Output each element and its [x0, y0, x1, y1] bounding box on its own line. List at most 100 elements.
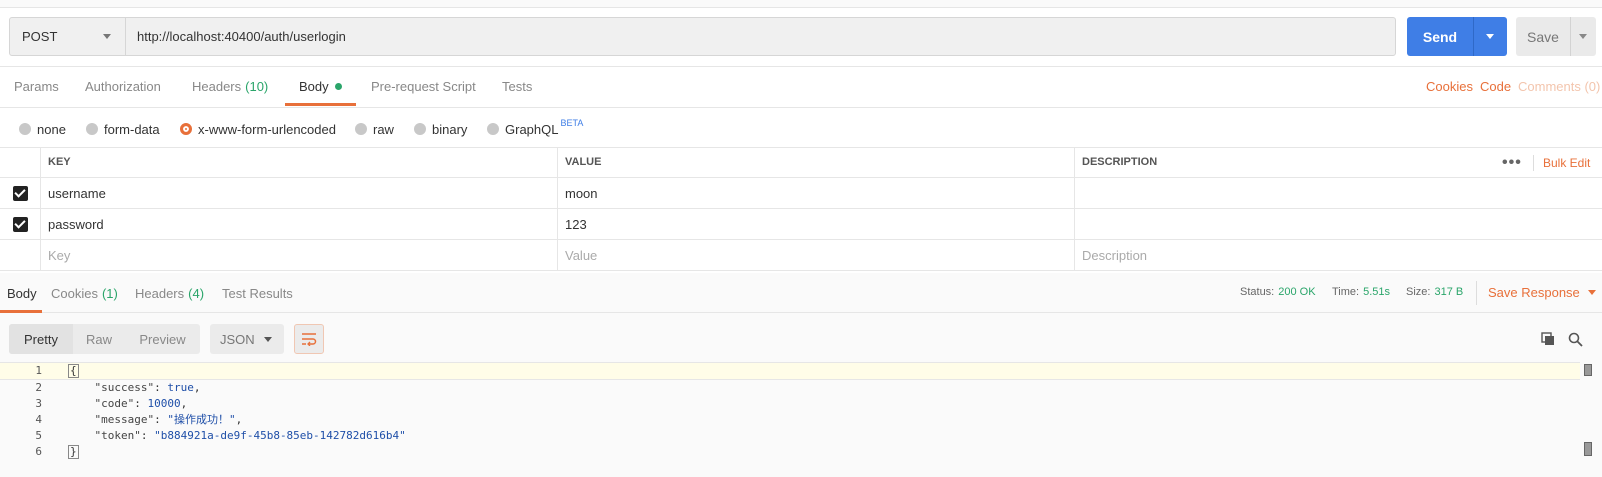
line-content: } — [68, 444, 79, 460]
radio-label: raw — [373, 121, 394, 137]
response-tab-test-results[interactable]: Test Results — [222, 273, 293, 313]
search-button[interactable] — [1564, 328, 1586, 350]
search-icon — [1568, 332, 1583, 347]
radio-graphql[interactable]: GraphQL BETA — [487, 116, 583, 142]
chevron-down-icon — [1587, 289, 1596, 295]
divider — [1476, 281, 1477, 305]
save-label: Save — [1527, 28, 1559, 45]
scroll-marker — [1584, 442, 1592, 456]
radio-form-data[interactable]: form-data — [86, 116, 160, 142]
tab-label: Headers — [192, 79, 242, 94]
active-tab-indicator — [285, 103, 356, 106]
response-code-viewer[interactable]: 1 { 2 "success": true, 3 "code": 10000, … — [0, 362, 1602, 477]
tab-label: Headers — [135, 285, 185, 301]
params-table: KEY VALUE DESCRIPTION ••• Bulk Edit user… — [0, 147, 1602, 271]
radio-label: x-www-form-urlencoded — [198, 121, 336, 137]
key-cell[interactable]: username — [40, 178, 557, 208]
line-content: "token": "b884921a-de9f-45b8-85eb-142782… — [94, 429, 406, 442]
code-scrollbar[interactable] — [1582, 362, 1594, 477]
format-select[interactable]: JSON — [210, 324, 284, 354]
row-checkbox-cell — [0, 178, 41, 208]
json-value: true — [167, 381, 194, 394]
view-pretty-button[interactable]: Pretty — [9, 324, 73, 354]
value-cell[interactable]: moon — [557, 178, 1074, 208]
tab-params[interactable]: Params — [14, 66, 59, 107]
header-checkbox-cell — [0, 147, 41, 177]
cookies-link[interactable]: Cookies — [1426, 66, 1473, 107]
column-header-key: KEY — [40, 147, 557, 177]
tab-label: Cookies — [51, 285, 98, 301]
tab-authorization[interactable]: Authorization — [85, 66, 161, 107]
tab-label: Authorization — [85, 79, 161, 94]
request-tabs: Params Authorization Headers (10) Body P… — [0, 66, 1602, 107]
json-key: "token" — [94, 429, 141, 442]
code-line: 2 "success": true, — [0, 380, 1580, 396]
view-raw-button[interactable]: Raw — [73, 324, 125, 354]
radio-circle-icon — [487, 123, 499, 135]
size-label: Size: — [1406, 286, 1431, 298]
size-value: 317 B — [1434, 286, 1464, 298]
table-header-row: KEY VALUE DESCRIPTION ••• Bulk Edit — [0, 147, 1602, 178]
copy-icon — [1541, 332, 1554, 345]
bulk-edit-link[interactable]: Bulk Edit — [1543, 147, 1590, 178]
view-mode-toggle: Pretty Raw Preview — [9, 324, 200, 354]
json-key: "message" — [94, 413, 155, 426]
json-value: "b884921a-de9f-45b8-85eb-142782d616b4" — [154, 429, 406, 442]
radio-circle-icon — [414, 123, 426, 135]
value-cell[interactable]: 123 — [557, 209, 1074, 239]
send-dropdown-button[interactable] — [1473, 17, 1507, 56]
send-button[interactable]: Send — [1407, 17, 1507, 56]
response-tab-body[interactable]: Body — [7, 273, 37, 313]
line-number: 1 — [35, 364, 42, 377]
tab-pre-request-script[interactable]: Pre-request Script — [371, 66, 476, 107]
description-cell[interactable] — [1074, 209, 1602, 239]
code-line: 5 "token": "b884921a-de9f-45b8-85eb-1427… — [0, 428, 1580, 444]
tab-label: Body — [299, 79, 329, 94]
save-dropdown-button[interactable] — [1570, 17, 1596, 56]
status-readout: Status: 200 OK — [1240, 283, 1316, 301]
tab-headers[interactable]: Headers (10) — [192, 66, 268, 107]
tab-tests[interactable]: Tests — [502, 66, 532, 107]
radio-x-www-form-urlencoded[interactable]: x-www-form-urlencoded — [180, 116, 336, 142]
code-link[interactable]: Code — [1480, 66, 1511, 107]
copy-button[interactable] — [1537, 328, 1559, 350]
key-input[interactable]: Key — [40, 240, 557, 270]
value-input[interactable]: Value — [557, 240, 1074, 270]
brace: { — [68, 364, 79, 378]
radio-binary[interactable]: binary — [414, 116, 467, 142]
wrap-lines-button[interactable] — [294, 324, 324, 354]
checkbox-checked-icon[interactable] — [13, 185, 28, 201]
key-cell[interactable]: password — [40, 209, 557, 239]
save-response-button[interactable]: Save Response — [1488, 283, 1596, 301]
line-content: "code": 10000, — [94, 397, 188, 410]
more-options-icon[interactable]: ••• — [1502, 147, 1522, 178]
method-select[interactable]: POST — [10, 18, 126, 55]
view-preview-button[interactable]: Preview — [125, 324, 200, 354]
chevron-down-icon — [1486, 34, 1494, 39]
save-button[interactable]: Save — [1516, 17, 1596, 56]
time-label: Time: — [1332, 286, 1360, 298]
tab-label: Params — [14, 79, 59, 94]
brace: } — [68, 445, 79, 459]
json-trail: , — [180, 397, 188, 410]
response-tab-cookies[interactable]: Cookies (1) — [51, 273, 118, 313]
radio-selected-icon — [180, 123, 192, 135]
status-value: 200 OK — [1278, 286, 1316, 298]
checkbox-checked-icon[interactable] — [13, 216, 28, 232]
radio-none[interactable]: none — [19, 116, 66, 142]
description-input[interactable]: Description — [1074, 240, 1602, 270]
response-tab-headers[interactable]: Headers (4) — [135, 273, 204, 313]
radio-raw[interactable]: raw — [355, 116, 394, 142]
line-content: { — [68, 363, 79, 379]
description-cell[interactable] — [1074, 178, 1602, 208]
radio-circle-icon — [19, 123, 31, 135]
url-input[interactable]: http://localhost:40400/auth/userlogin — [126, 18, 1395, 55]
column-header-value: VALUE — [557, 147, 1074, 177]
line-number: 3 — [35, 397, 42, 410]
row-checkbox-cell — [0, 209, 41, 239]
tab-body[interactable]: Body — [299, 66, 342, 107]
radio-circle-icon — [355, 123, 367, 135]
table-row: password 123 — [0, 209, 1602, 240]
comments-link[interactable]: Comments (0) — [1518, 66, 1600, 107]
tab-label: Test Results — [222, 285, 293, 301]
